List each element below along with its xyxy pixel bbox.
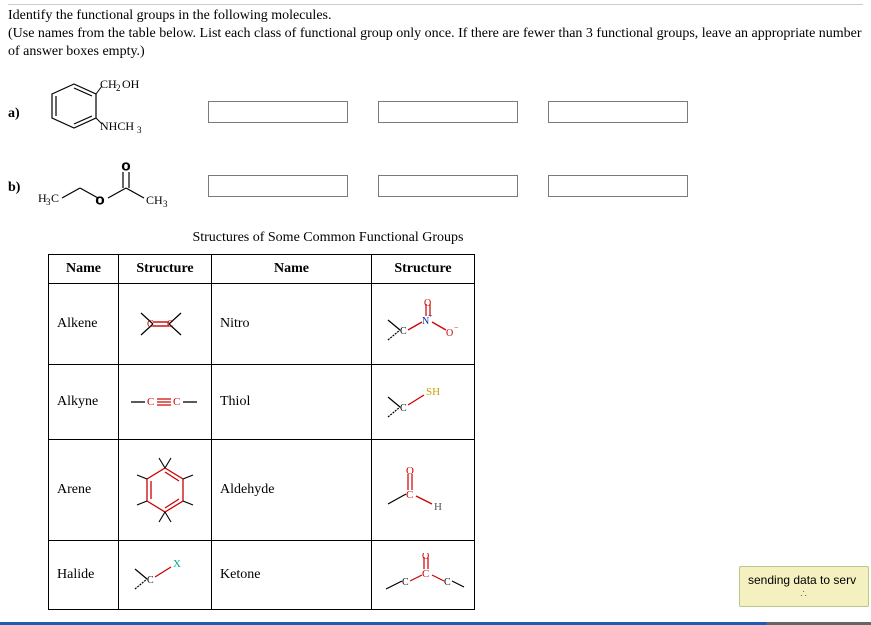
table-row: Halide CX Ketone CCOC	[49, 540, 475, 609]
table-title: Structures of Some Common Functional Gro…	[128, 230, 528, 246]
th-structure-1: Structure	[119, 254, 212, 283]
question-b: b) H 3 C O O CH 3	[8, 158, 863, 214]
molecule-b: H 3 C O O CH 3	[32, 158, 192, 214]
question-a: a) CH 2 OH NHCH 3	[8, 74, 863, 150]
svg-text:H: H	[434, 501, 442, 513]
table-row: Alkene CC Nitro CN+OO−	[49, 283, 475, 364]
cell-arene-name: Arene	[49, 439, 119, 540]
th-name-1: Name	[49, 254, 119, 283]
svg-text:C: C	[402, 577, 409, 588]
answer-a-3[interactable]	[548, 101, 688, 123]
svg-text:−: −	[454, 323, 459, 332]
cell-halide-struct: CX	[119, 540, 212, 609]
table-header-row: Name Structure Name Structure	[49, 254, 475, 283]
cell-ketone-struct: CCOC	[372, 540, 475, 609]
svg-text:C: C	[444, 577, 451, 588]
instruction-line-2: (Use names from the table below. List ea…	[8, 25, 863, 61]
cell-thiol-name: Thiol	[212, 364, 372, 439]
svg-text:C: C	[147, 319, 154, 330]
toast-text: sending data to serv	[748, 573, 856, 587]
svg-text:2: 2	[116, 83, 121, 93]
svg-text:C: C	[173, 396, 180, 408]
cell-aldehyde-struct: CO H	[372, 439, 475, 540]
svg-text:C: C	[147, 396, 154, 408]
svg-text:C: C	[422, 568, 429, 580]
cell-arene-struct	[119, 439, 212, 540]
svg-text:X: X	[173, 558, 181, 570]
instructions: Identify the functional groups in the fo…	[8, 4, 863, 62]
cell-halide-name: Halide	[49, 540, 119, 609]
svg-text:C: C	[51, 191, 59, 205]
cell-ketone-name: Ketone	[212, 540, 372, 609]
table-row: Arene Aldehyde CO H	[49, 439, 475, 540]
svg-text:CH: CH	[146, 193, 163, 207]
answer-boxes-a	[208, 101, 688, 123]
svg-text:OH: OH	[122, 77, 140, 91]
svg-text:C: C	[400, 326, 407, 337]
answer-b-3[interactable]	[548, 175, 688, 197]
svg-text:O: O	[446, 328, 453, 339]
svg-text:O: O	[422, 553, 429, 562]
question-label-b: b)	[8, 176, 32, 196]
answer-a-1[interactable]	[208, 101, 348, 123]
answer-b-1[interactable]	[208, 175, 348, 197]
status-toast: sending data to serv ∴	[739, 566, 869, 607]
cell-alkyne-name: Alkyne	[49, 364, 119, 439]
table-row: Alkyne CC Thiol CSH	[49, 364, 475, 439]
svg-text:CH: CH	[100, 77, 117, 91]
cell-aldehyde-name: Aldehyde	[212, 439, 372, 540]
cell-alkene-name: Alkene	[49, 283, 119, 364]
svg-text:O: O	[96, 195, 104, 207]
answer-b-2[interactable]	[378, 175, 518, 197]
svg-text:O: O	[424, 298, 431, 309]
cell-nitro-name: Nitro	[212, 283, 372, 364]
th-structure-2: Structure	[372, 254, 475, 283]
svg-text:C: C	[167, 319, 174, 330]
svg-text:3: 3	[137, 125, 142, 135]
answer-boxes-b	[208, 175, 688, 197]
spinner-icon: ∴	[748, 589, 860, 600]
svg-text:O: O	[406, 465, 414, 477]
instruction-line-1: Identify the functional groups in the fo…	[8, 7, 863, 25]
question-label-a: a)	[8, 102, 32, 122]
svg-text:C: C	[406, 489, 413, 501]
cell-alkene-struct: CC	[119, 283, 212, 364]
answer-a-2[interactable]	[378, 101, 518, 123]
th-name-2: Name	[212, 254, 372, 283]
cell-alkyne-struct: CC	[119, 364, 212, 439]
molecule-a: CH 2 OH NHCH 3	[32, 74, 192, 150]
functional-groups-table: Name Structure Name Structure Alkene CC …	[48, 254, 475, 610]
svg-text:O: O	[122, 161, 130, 173]
svg-text:NHCH: NHCH	[100, 119, 134, 133]
svg-text:3: 3	[163, 199, 168, 209]
cell-nitro-struct: CN+OO−	[372, 283, 475, 364]
svg-text:SH: SH	[426, 386, 440, 398]
cell-thiol-struct: C SH	[372, 364, 475, 439]
svg-text:C: C	[147, 575, 154, 586]
svg-text:C: C	[400, 403, 407, 414]
